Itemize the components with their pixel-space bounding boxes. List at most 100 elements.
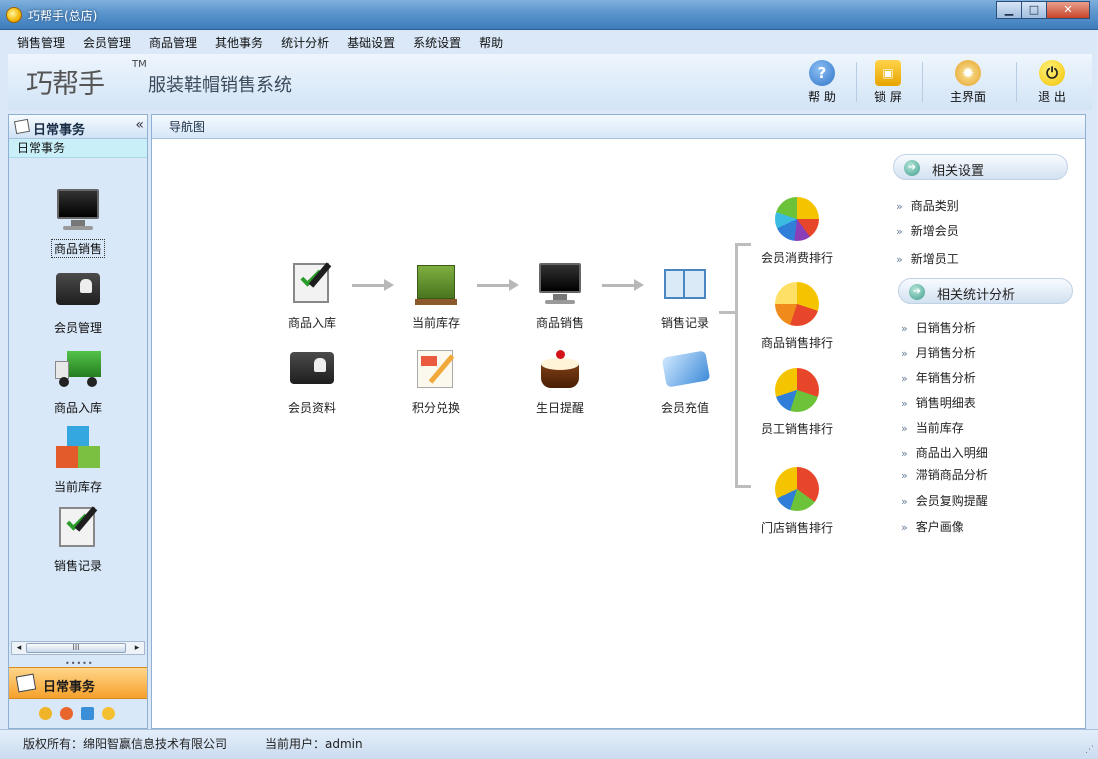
chevron-right-icon: » — [901, 469, 908, 482]
minimize-button[interactable]: ▁ — [996, 1, 1022, 19]
menu-bar: 销售管理 会员管理 商品管理 其他事务 统计分析 基础设置 系统设置 帮助 — [8, 30, 1092, 54]
menu-basic-settings[interactable]: 基础设置 — [338, 34, 404, 51]
arrow-right-icon: ➜ — [904, 160, 920, 176]
node-label: 会员消费排行 — [760, 251, 833, 265]
toolbar-separator — [922, 62, 923, 102]
node-birthday-reminder[interactable]: 生日提醒 — [515, 344, 605, 416]
member-card-icon — [53, 265, 103, 315]
chevron-right-icon: » — [901, 447, 908, 460]
link-annual-sales-analysis[interactable]: » 年销售分析 — [901, 369, 976, 386]
product-subtitle: 服装鞋帽销售系统 — [148, 75, 292, 96]
toolbar-separator — [1016, 62, 1017, 102]
cake-icon — [535, 344, 585, 394]
lock-icon: ▣ — [875, 60, 901, 86]
menu-statistics[interactable]: 统计分析 — [272, 34, 338, 51]
help-toolbar-button[interactable]: ? 帮 助 — [792, 60, 852, 105]
nav-item-sales-records[interactable]: 销售记录 — [9, 503, 147, 574]
flow-node-current-stock[interactable]: 当前库存 — [391, 259, 481, 331]
gear-icon: ✹ — [955, 60, 981, 86]
flow-node-stock-in[interactable]: 商品入库 — [267, 259, 357, 331]
monitor-icon — [535, 259, 585, 309]
exit-button[interactable]: ⏻ 退 出 — [1022, 60, 1082, 105]
pie-chart-icon — [772, 279, 822, 329]
nav-item-member-management[interactable]: 会员管理 — [9, 265, 147, 336]
nav-item-current-stock[interactable]: 当前库存 — [9, 424, 147, 495]
link-stock-movement-detail[interactable]: » 商品出入明细 — [901, 444, 988, 461]
resize-grip-icon[interactable]: ⋰ — [1085, 745, 1094, 755]
maximize-button[interactable]: □ — [1021, 1, 1047, 19]
link-current-stock[interactable]: » 当前库存 — [901, 419, 964, 436]
menu-members[interactable]: 会员管理 — [74, 34, 140, 51]
member-card-icon — [287, 344, 337, 394]
crates-icon — [411, 259, 461, 309]
menu-system-settings[interactable]: 系统设置 — [404, 34, 470, 51]
node-points-exchange[interactable]: 积分兑换 — [391, 344, 481, 416]
link-label: 滞销商品分析 — [915, 468, 988, 482]
brand-logo: 巧帮手 — [26, 69, 105, 100]
node-label: 会员充值 — [660, 401, 709, 415]
lock-screen-button[interactable]: ▣ 锁 屏 — [858, 60, 918, 105]
mini-group-icon[interactable] — [60, 707, 73, 720]
link-slow-moving-analysis[interactable]: » 滞销商品分析 — [901, 466, 988, 483]
flow-arrow-icon — [602, 278, 644, 292]
nav-item-label: 销售记录 — [53, 559, 102, 573]
node-member-info[interactable]: 会员资料 — [267, 344, 357, 416]
link-label: 商品类别 — [910, 199, 959, 213]
link-customer-profile[interactable]: » 客户画像 — [901, 518, 964, 535]
scroll-right-arrow-icon[interactable]: ▸ — [130, 642, 144, 654]
pie-chart-icon — [772, 194, 822, 244]
node-member-recharge[interactable]: 会员充值 — [640, 344, 730, 416]
chevron-right-icon: » — [901, 322, 908, 335]
copyright-text: 版权所有：绵阳智赢信息技术有限公司 — [23, 737, 228, 751]
window-titlebar[interactable]: 巧帮手(总店) ▁ □ ✕ — [0, 0, 1098, 30]
node-product-sales-rank[interactable]: 商品销售排行 — [752, 279, 842, 351]
close-button[interactable]: ✕ — [1046, 1, 1090, 19]
menu-other[interactable]: 其他事务 — [206, 34, 272, 51]
mini-group-icon[interactable] — [81, 707, 94, 720]
link-monthly-sales-analysis[interactable]: » 月销售分析 — [901, 344, 976, 361]
mini-group-icon[interactable] — [39, 707, 52, 720]
link-label: 新增员工 — [910, 252, 959, 266]
nav-item-stock-in[interactable]: 商品入库 — [9, 345, 147, 416]
scroll-thumb[interactable]: III — [26, 643, 126, 653]
scroll-left-arrow-icon[interactable]: ◂ — [12, 642, 26, 654]
clipboard-check-icon — [287, 259, 337, 309]
chevron-right-icon: » — [901, 521, 908, 534]
node-staff-sales-rank[interactable]: 员工销售排行 — [752, 365, 842, 437]
link-label: 日销售分析 — [915, 321, 976, 335]
menu-products[interactable]: 商品管理 — [140, 34, 206, 51]
node-label: 会员资料 — [287, 401, 336, 415]
clipboard-check-icon — [53, 503, 103, 553]
flow-node-label: 商品入库 — [287, 316, 336, 330]
main-screen-button[interactable]: ✹ 主界面 — [938, 60, 998, 105]
related-stats-header[interactable]: ➜ 相关统计分析 — [898, 278, 1073, 304]
node-store-sales-rank[interactable]: 门店销售排行 — [752, 464, 842, 536]
left-navigation-panel: 日常事务 « 日常事务 商品销售 会员管理 商品入库 当前库存 销售记录 ◂ I… — [8, 114, 148, 729]
related-settings-header[interactable]: ➜ 相关设置 — [893, 154, 1068, 180]
link-daily-sales-analysis[interactable]: » 日销售分析 — [901, 319, 976, 336]
active-group-daily-tasks[interactable]: 日常事务 — [9, 667, 147, 699]
cubes-icon — [53, 424, 103, 474]
flow-node-sales-records[interactable]: 销售记录 — [640, 259, 730, 331]
collapse-panel-button[interactable]: « — [135, 117, 144, 133]
tab-navigation-map[interactable]: 导航图 — [152, 115, 1085, 139]
panel-subtitle[interactable]: 日常事务 — [9, 139, 147, 158]
node-member-spending-rank[interactable]: 会员消费排行 — [752, 194, 842, 266]
link-add-member[interactable]: » 新增会员 — [896, 222, 959, 239]
link-label: 商品出入明细 — [915, 446, 988, 460]
link-label: 年销售分析 — [915, 371, 976, 385]
horizontal-scrollbar[interactable]: ◂ III ▸ — [11, 641, 145, 655]
status-bar: 版权所有：绵阳智赢信息技术有限公司 当前用户：admin ⋰ — [0, 729, 1098, 759]
link-label: 当前库存 — [915, 421, 964, 435]
flow-node-product-sales[interactable]: 商品销售 — [515, 259, 605, 331]
panel-header: 日常事务 « — [9, 115, 147, 139]
panel-title: 日常事务 — [33, 123, 86, 138]
link-add-employee[interactable]: » 新增员工 — [896, 250, 959, 267]
nav-item-product-sales[interactable]: 商品销售 — [9, 185, 147, 258]
menu-help[interactable]: 帮助 — [470, 34, 512, 51]
menu-sales[interactable]: 销售管理 — [8, 34, 74, 51]
link-sales-detail[interactable]: » 销售明细表 — [901, 394, 976, 411]
link-member-repurchase-reminder[interactable]: » 会员复购提醒 — [901, 492, 988, 509]
link-product-category[interactable]: » 商品类别 — [896, 197, 959, 214]
mini-group-icon[interactable] — [102, 707, 115, 720]
